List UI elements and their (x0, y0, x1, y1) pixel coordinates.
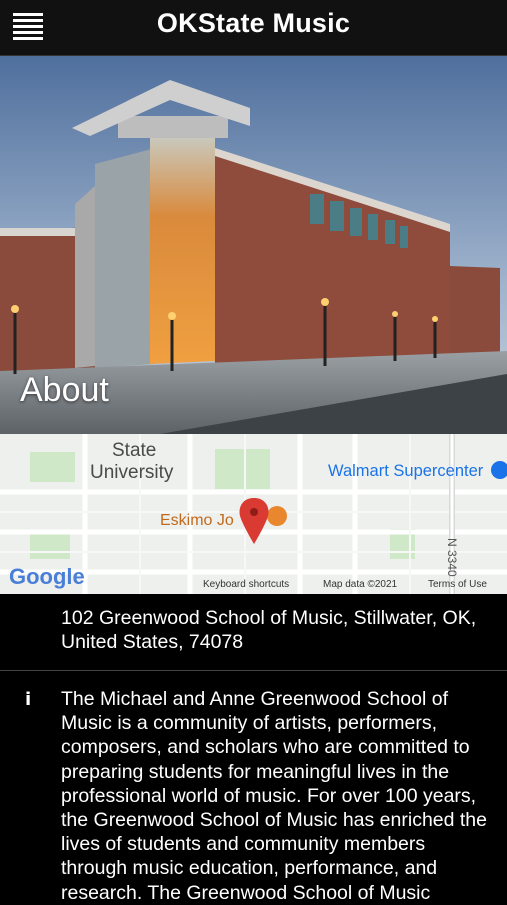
hero-image: About (0, 56, 507, 434)
map-terms-link[interactable]: Terms of Use (428, 579, 487, 590)
map-keyboard-shortcuts-link[interactable]: Keyboard shortcuts (203, 579, 289, 590)
address-text: 102 Greenwood School of Music, Stillwate… (61, 607, 477, 653)
restaurant-pin-icon (267, 506, 287, 526)
description-row: i The Michael and Anne Greenwood School … (0, 671, 507, 904)
map-label-university: State (112, 440, 157, 461)
map-label-road: N 3340 (445, 538, 459, 577)
app-title: OKState Music (156, 8, 351, 38)
map-label-university-2: University (90, 462, 174, 483)
info-icon: i (25, 689, 32, 710)
map-data-credit: Map data ©2021 (323, 579, 398, 590)
location-map[interactable]: State University Walmart Supercenter Esk… (0, 434, 507, 594)
map-label-walmart: Walmart Supercenter (328, 462, 484, 480)
map-label-eskimo: Eskimo Jo (160, 512, 234, 529)
app-bar: OKState Music (0, 0, 507, 56)
hero-title: About (20, 371, 109, 409)
google-logo: Google (9, 564, 85, 589)
description-text: The Michael and Anne Greenwood School of… (61, 688, 488, 904)
address-row[interactable]: 102 Greenwood School of Music, Stillwate… (0, 594, 507, 671)
